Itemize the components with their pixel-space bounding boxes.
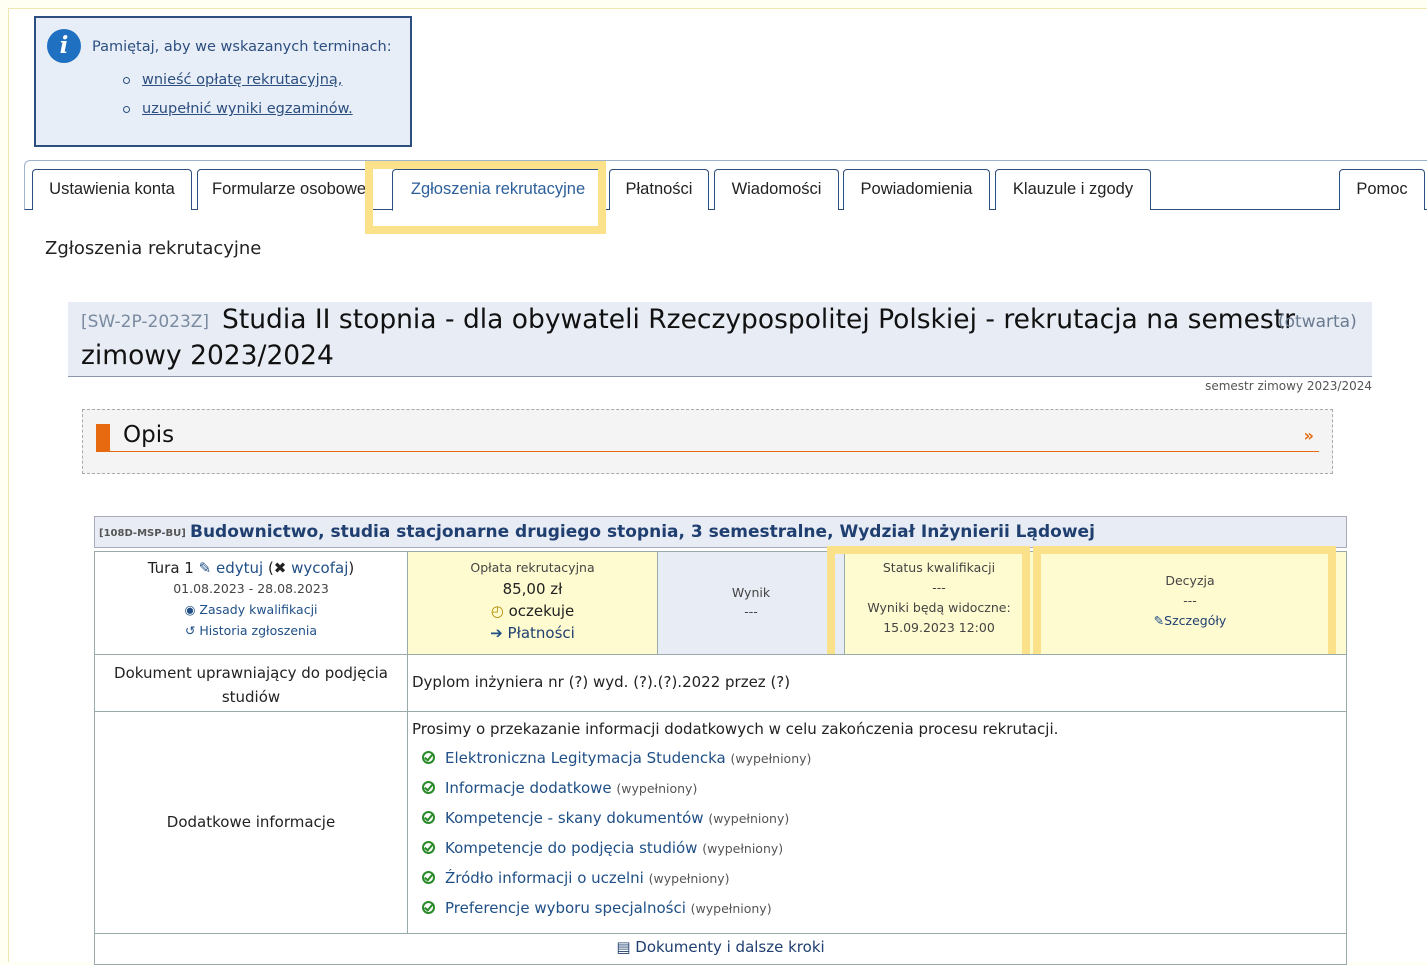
recruitment-title: Studia II stopnia - dla obywateli Rzeczy… <box>222 304 1295 335</box>
decision-details-link[interactable]: Szczegóły <box>1164 613 1226 628</box>
documents-row: ▤ Dokumenty i dalsze kroki <box>94 933 1347 965</box>
check-circle-icon <box>422 841 435 854</box>
qualification-label: Status kwalifikacji <box>882 560 996 575</box>
tab-clauses-consents[interactable]: Klauzule i zgody <box>995 169 1151 210</box>
info-icon: i <box>47 29 81 63</box>
edit-link[interactable]: edytuj <box>216 559 263 577</box>
history-icon: ↺ <box>184 623 196 638</box>
semester-label: semestr zimowy 2023/2024 <box>1205 379 1372 393</box>
tab-payments[interactable]: Płatności <box>609 169 709 210</box>
list-item: Elektroniczna Legitymacja Studencka (wyp… <box>422 746 811 776</box>
form-status: (wypełniony) <box>616 781 698 796</box>
tab-account-settings[interactable]: Ustawienia konta <box>32 169 192 210</box>
tab-recruitment-applications[interactable]: Zgłoszenia rekrutacyjne <box>392 169 604 211</box>
arrow-right-icon: ➔ <box>490 624 503 642</box>
description-title: Opis <box>123 422 175 448</box>
results-visible-date: 15.09.2023 12:00 <box>883 620 995 635</box>
page-title: Zgłoszenia rekrutacyjne <box>45 238 262 259</box>
tab-help[interactable]: Pomoc <box>1339 169 1425 210</box>
recruitment-code: [SW-2P-2023Z] <box>81 312 210 332</box>
check-circle-icon <box>422 871 435 884</box>
form-status: (wypełniony) <box>702 841 784 856</box>
form-link-info-source[interactable]: Źródło informacji o uczelni <box>445 869 644 887</box>
list-item: Źródło informacji o uczelni (wypełniony) <box>422 866 811 896</box>
recruitment-title-cont: zimowy 2023/2024 <box>81 340 334 371</box>
fee-label: Opłata rekrutacyjna <box>470 560 595 575</box>
check-circle-icon <box>422 751 435 764</box>
qualification-value: --- <box>932 580 946 595</box>
document-icon: ▤ <box>616 938 631 956</box>
decision-cell: Decyzja --- ✎Szczegóły <box>1033 551 1347 655</box>
result-value: --- <box>744 604 758 619</box>
tab-notifications[interactable]: Powiadomienia <box>843 169 990 210</box>
fee-cell: Opłata rekrutacyjna 85,00 zł ◴ oczekuje … <box>407 551 658 655</box>
recruitment-header: [SW-2P-2023Z] Studia II stopnia - dla ob… <box>68 302 1372 377</box>
reminder-box: i Pamiętaj, aby we wskazanych terminach:… <box>34 16 412 147</box>
form-link-additional-info[interactable]: Informacje dodatkowe <box>445 779 612 797</box>
tura-label: Tura 1 <box>147 559 194 577</box>
tura-dates: 01.08.2023 - 28.08.2023 <box>173 581 329 596</box>
pencil-icon: ✎ <box>1153 613 1165 628</box>
form-status: (wypełniony) <box>690 901 772 916</box>
additional-info-cell: Prosimy o przekazanie informacji dodatko… <box>407 711 1347 934</box>
form-link-document-scans[interactable]: Kompetencje - skany dokumentów <box>445 809 704 827</box>
tab-messages[interactable]: Wiadomości <box>714 169 839 210</box>
program-header: [108D-MSP-BU] Budownictwo, studia stacjo… <box>94 516 1347 548</box>
form-link-specialization[interactable]: Preferencje wyboru specjalności <box>445 899 686 917</box>
check-circle-icon <box>422 901 435 914</box>
decision-label: Decyzja <box>1165 573 1215 588</box>
check-circle-icon <box>422 781 435 794</box>
document-value: Dyplom inżyniera nr (?) wyd. (?).(?).202… <box>407 654 1347 712</box>
additional-info-label: Dodatkowe informacje <box>94 711 408 934</box>
section-marker <box>96 424 110 452</box>
form-status: (wypełniony) <box>730 751 812 766</box>
form-status: (wypełniony) <box>708 811 790 826</box>
tura-cell: Tura 1 ✎ edytuj (✖ wycofaj) 01.08.2023 -… <box>94 551 408 655</box>
description-panel[interactable]: Opis » <box>82 409 1333 474</box>
check-circle-icon <box>422 811 435 824</box>
reminder-text: Pamiętaj, aby we wskazanych terminach: <box>92 39 392 55</box>
form-link-competences[interactable]: Kompetencje do podjęcia studiów <box>445 839 697 857</box>
pay-fee-link[interactable]: wnieść opłatę rekrutacyjną, <box>142 72 342 88</box>
reminder-item: uzupełnić wyniki egzaminów. <box>120 97 353 126</box>
list-item: Preferencje wyboru specjalności (wypełni… <box>422 896 811 926</box>
form-status: (wypełniony) <box>648 871 730 886</box>
qualification-cell: Status kwalifikacji --- Wyniki będą wido… <box>844 551 1034 655</box>
application-history-link[interactable]: Historia zgłoszenia <box>199 623 317 638</box>
qualification-rules-link[interactable]: Zasady kwalifikacji <box>199 602 317 617</box>
program-name: Budownictwo, studia stacjonarne drugiego… <box>190 522 1095 542</box>
form-link-student-id[interactable]: Elektroniczna Legitymacja Studencka <box>445 749 726 767</box>
payments-link[interactable]: Płatności <box>508 624 575 642</box>
edit-icon[interactable]: ✎ <box>199 559 212 577</box>
withdraw-link[interactable]: wycofaj <box>291 559 348 577</box>
fee-status: oczekuje <box>508 602 575 620</box>
program-code: [108D-MSP-BU] <box>99 528 186 539</box>
results-visible-label: Wyniki będą widoczne: <box>867 600 1011 615</box>
documents-next-steps-link[interactable]: Dokumenty i dalsze kroki <box>635 938 824 956</box>
reminder-list: wnieść opłatę rekrutacyjną, uzupełnić wy… <box>120 68 353 126</box>
list-item: Kompetencje - skany dokumentów (wypełnio… <box>422 806 811 836</box>
document-label: Dokument uprawniający do podjęcia studió… <box>94 654 408 712</box>
eye-icon: ◉ <box>184 602 196 617</box>
reminder-item: wnieść opłatę rekrutacyjną, <box>120 68 353 97</box>
additional-info-list: Elektroniczna Legitymacja Studencka (wyp… <box>422 746 811 926</box>
chevron-double-down-icon[interactable]: » <box>1304 426 1314 445</box>
result-cell: Wynik --- <box>657 551 845 655</box>
recruitment-status: (otwarta) <box>1278 312 1357 332</box>
result-label: Wynik <box>731 585 771 600</box>
clock-icon: ◴ <box>490 602 504 620</box>
decision-value: --- <box>1183 593 1197 608</box>
tab-personal-forms[interactable]: Formularze osobowe <box>197 169 373 210</box>
divider <box>96 451 1319 452</box>
exam-results-link[interactable]: uzupełnić wyniki egzaminów. <box>142 101 353 117</box>
additional-info-intro: Prosimy o przekazanie informacji dodatko… <box>412 720 1059 738</box>
close-icon[interactable]: ✖ <box>274 559 287 577</box>
list-item: Informacje dodatkowe (wypełniony) <box>422 776 811 806</box>
list-item: Kompetencje do podjęcia studiów (wypełni… <box>422 836 811 866</box>
fee-amount: 85,00 zł <box>502 580 563 598</box>
